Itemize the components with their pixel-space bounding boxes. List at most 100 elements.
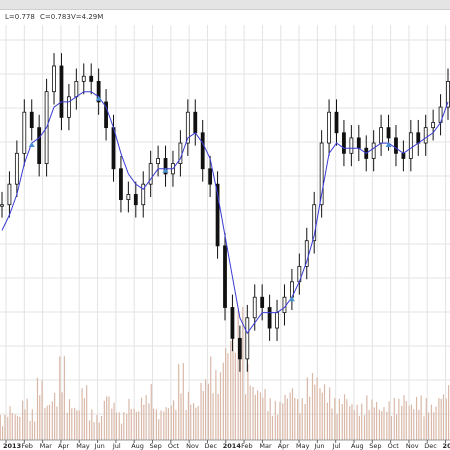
volume-bar [247,363,249,440]
price-bar-body [267,307,272,329]
price-bar-body [74,80,79,98]
price-bar-body [7,183,12,206]
volume-bar [314,384,316,440]
price-bar-body [252,296,257,319]
x-tick-label: Feb [241,442,253,450]
price-bar-body [223,245,227,308]
price-bars [0,53,450,372]
volume-bar [81,388,83,440]
volume-bar [88,420,91,440]
volume-bar [148,403,150,440]
price-bar-body [245,317,250,360]
volume-bar [178,364,180,440]
volume-bar [403,395,405,440]
price-bar-body [342,132,346,154]
volume-bar [371,399,373,440]
price-bar-body [260,296,265,308]
volume-bar [192,403,195,440]
event-marker [288,296,295,302]
volume-bar [4,414,6,440]
volume-bar [334,398,336,440]
price-bar-body [327,111,331,144]
volume-bar [115,412,117,440]
volume-bar [200,382,202,440]
volume-bar [26,398,28,440]
volume-bar [212,393,214,440]
x-tick-label: May [76,442,90,450]
volume-bar [234,352,236,440]
volume-bar [217,393,219,440]
price-bar-body [334,111,339,134]
volume-bar [103,400,105,440]
volume-bar [311,373,314,440]
volume-bar [126,413,128,440]
volume-bar [22,400,24,440]
volume-bar [356,404,358,440]
volume-bar [390,416,393,440]
price-bar-body [394,137,398,154]
volume-bar [428,412,430,440]
volume-bar [269,398,271,440]
price-chart[interactable]: 2013 Feb Mar Apr May Jun Jul Aug Sep Oct Nov Dec 201… [0,0,450,450]
volume-bar [9,406,11,440]
volume-bar [0,414,1,440]
x-tick-label: Aug [351,442,364,450]
volume-bar [74,407,76,440]
volume-bar [152,408,155,440]
volume-bar [120,423,123,440]
volume-bar [210,356,212,440]
price-bar-body [133,194,138,206]
volume-bar [381,411,383,440]
volume-bar [158,419,160,440]
volume-bar [76,410,78,440]
volume-bar [351,404,353,440]
volume-bar [98,422,100,440]
volume-bar [143,404,145,440]
volume-bar [205,379,207,440]
volume-bar [44,408,46,440]
volume-bar [172,400,175,440]
volume-bar [338,398,340,440]
volume-bar [48,404,51,440]
x-tick-label: Dec [204,442,217,450]
price-bar-body [275,312,279,329]
volume-bar [237,309,239,440]
price-bar-body [0,204,4,207]
volume-bar [401,405,403,440]
volume-bar [306,377,308,440]
volume-bar [408,405,410,440]
volume-bar [190,404,192,440]
x-tick-label: Aug [131,442,144,450]
price-bar-body [67,96,71,118]
volume-bar [197,405,199,440]
x-tick-label: Nov [406,442,419,450]
price-bar-body [111,127,116,170]
x-tick-label: Sep [369,442,381,450]
volume-bar [24,409,26,440]
volume-bar [36,377,39,440]
price-bar-body [282,296,287,314]
volume-bar [323,384,326,440]
price-bar-body [89,75,94,82]
x-tick-label: Jun [94,442,105,450]
volume-bar [130,408,132,440]
price-bar-body [408,132,413,159]
volume-bar [118,412,120,440]
price-bar-body [379,127,384,144]
volume-bar [440,398,442,440]
volume-bar [398,398,400,440]
volume-bar [91,409,93,440]
volume-bar [54,392,56,440]
volume-bar [386,411,388,440]
volume-bar [39,395,41,440]
volume-bar [245,394,247,440]
volume-bar [284,394,286,440]
volume-bar [420,395,422,440]
price-bar-body [59,65,64,118]
volume-bar [219,372,222,440]
volume-bar [433,412,435,440]
volume-bar [254,394,256,440]
volume-bar [93,422,95,440]
x-tick-label: Nov [186,442,199,450]
x-tick-label: Jul [332,442,341,450]
